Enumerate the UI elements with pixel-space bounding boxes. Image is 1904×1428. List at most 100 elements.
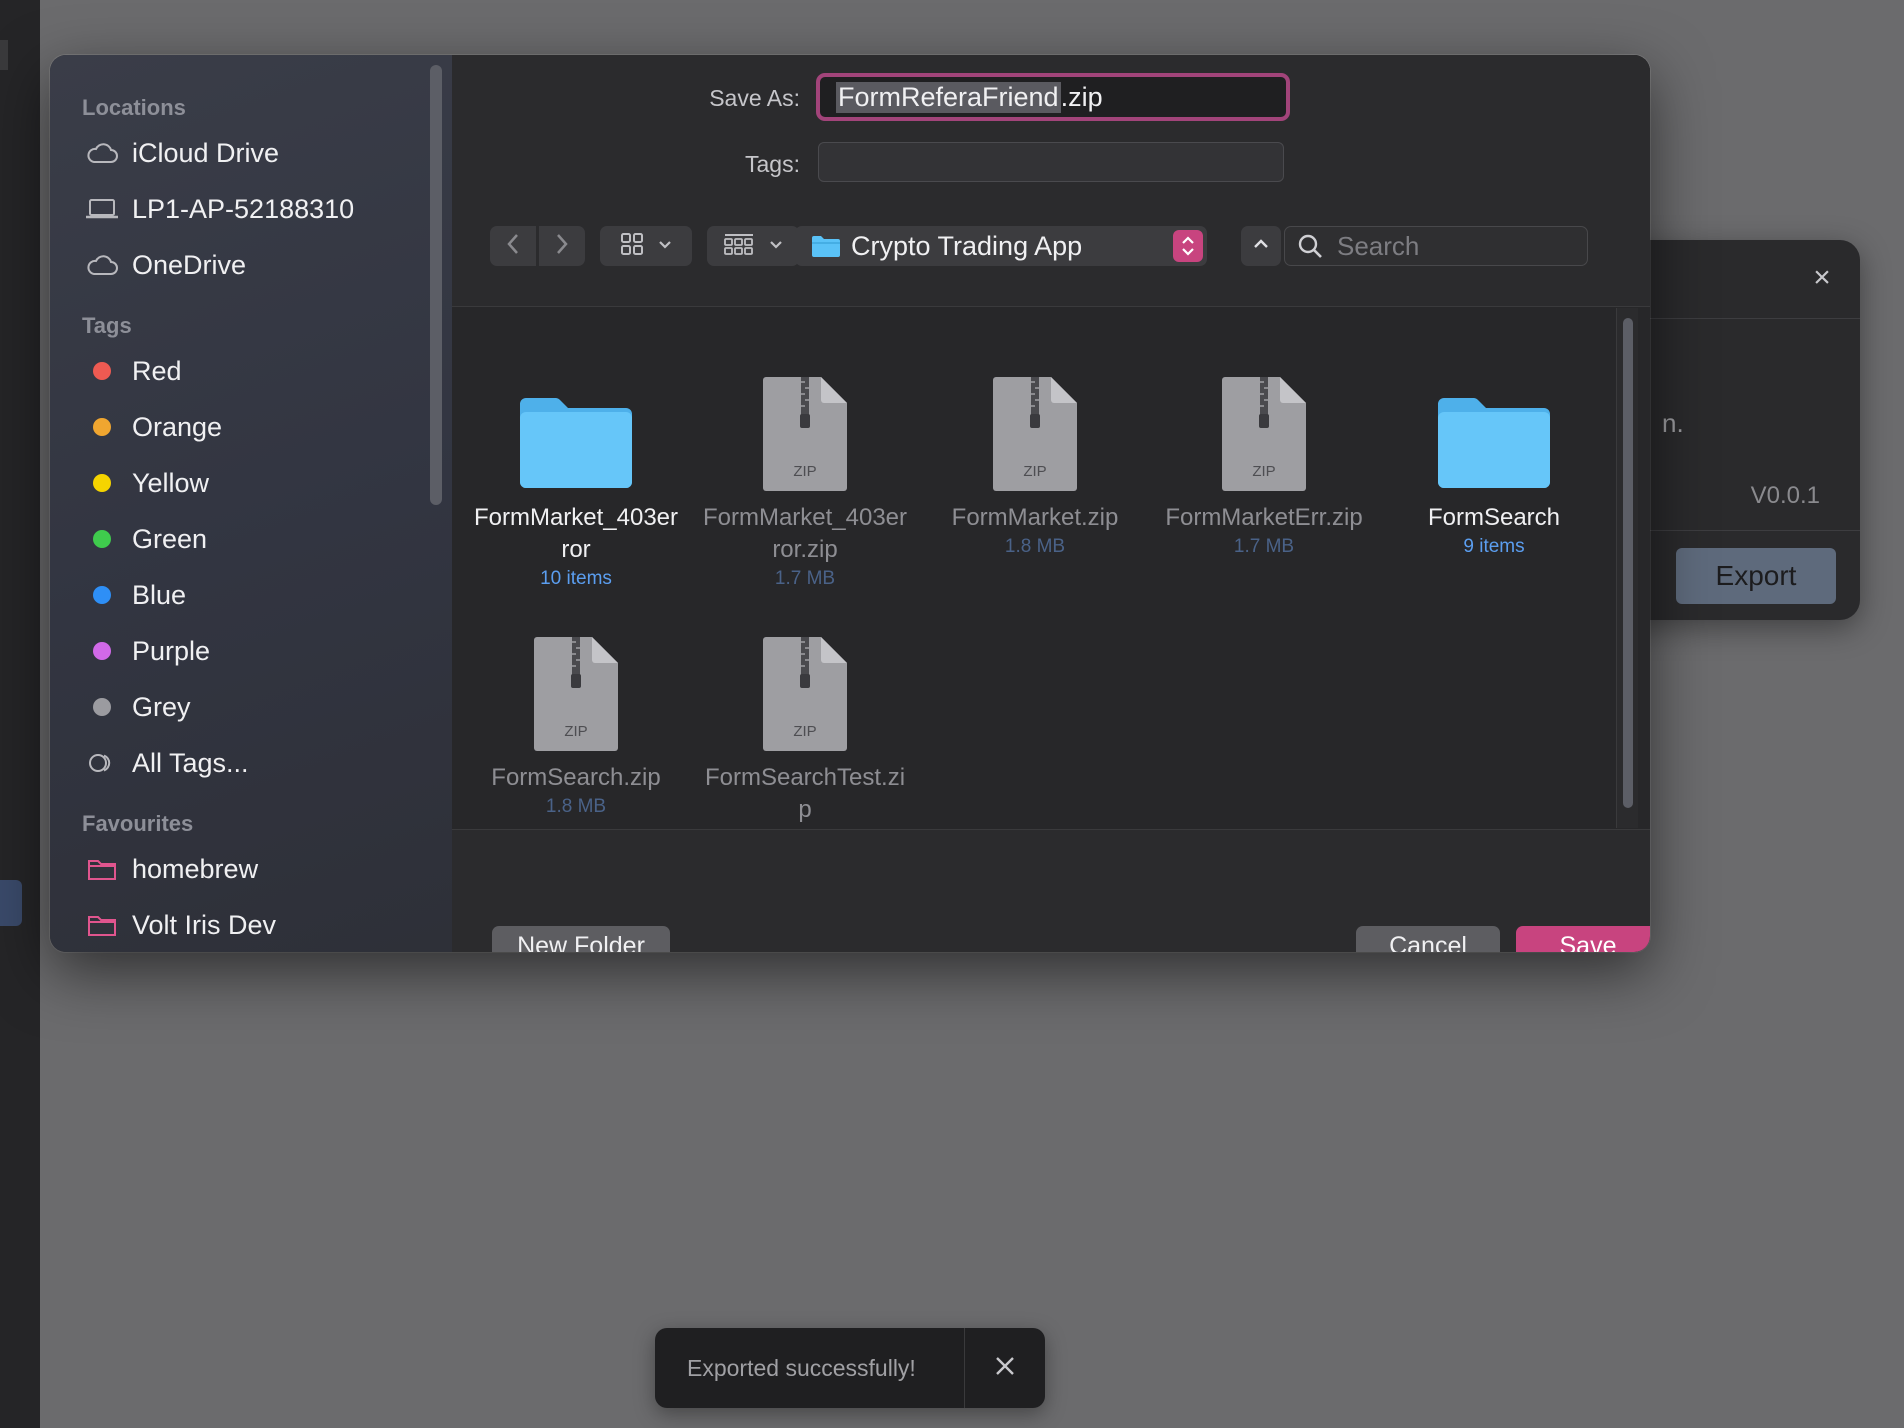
laptop-icon: [84, 195, 120, 223]
save-button[interactable]: Save: [1516, 926, 1650, 952]
file-item-folder[interactable]: FormSearch 9 items: [1389, 356, 1599, 558]
search-icon: [1297, 233, 1323, 259]
location-label: Crypto Trading App: [851, 230, 1083, 261]
sidebar-all-tags[interactable]: All Tags...: [50, 735, 452, 791]
group-by-button[interactable]: [707, 226, 799, 266]
tag-dot-icon: [93, 362, 111, 380]
folder-icon: [1389, 356, 1599, 492]
file-item-folder[interactable]: FormMarket_403error 10 items: [471, 356, 681, 590]
sidebar-tag-green[interactable]: Green: [50, 511, 452, 567]
new-folder-button[interactable]: New Folder: [492, 926, 670, 952]
file-name: FormSearch: [1427, 504, 1561, 531]
sidebar-tag-red[interactable]: Red: [50, 343, 452, 399]
back-button[interactable]: [490, 226, 536, 266]
sidebar-item-label: Purple: [132, 635, 211, 666]
search-placeholder: Search: [1337, 230, 1420, 261]
zip-file-icon: ZIP: [700, 356, 910, 492]
tags-input[interactable]: [818, 142, 1284, 182]
chevron-down-icon: [769, 237, 783, 255]
sidebar: Locations iCloud Drive LP1-AP-52188310 O…: [50, 55, 452, 952]
background-app-sidebar: [0, 0, 40, 1428]
file-item-zip[interactable]: ZIP FormSearchTest.zip: [700, 616, 910, 826]
zip-file-icon: ZIP: [930, 356, 1140, 492]
save-as-input[interactable]: FormReferaFriend .zip: [816, 73, 1290, 121]
sidebar-item-label: Volt Iris Dev: [132, 909, 277, 940]
cloud-icon: [84, 139, 120, 167]
scrollbar-thumb[interactable]: [1623, 318, 1633, 808]
sidebar-item-label: OneDrive: [132, 249, 247, 280]
tag-dot-icon: [93, 418, 111, 436]
tag-dot-icon: [93, 642, 111, 660]
file-item-zip[interactable]: ZIP FormMarket.zip 1.8 MB: [930, 356, 1140, 558]
sidebar-item-label: LP1-AP-52188310: [132, 193, 355, 224]
file-browser-scrollbar[interactable]: [1616, 308, 1638, 828]
sidebar-tag-orange[interactable]: Orange: [50, 399, 452, 455]
tag-dot-icon: [93, 530, 111, 548]
file-name: FormSearch.zip: [491, 764, 661, 791]
sidebar-item-label: Yellow: [132, 467, 210, 498]
tag-dot-icon: [93, 698, 111, 716]
toast-close-button[interactable]: [965, 1355, 1045, 1382]
folder-icon: [84, 911, 120, 939]
sidebar-item-label: All Tags...: [132, 747, 249, 778]
sidebar-item-label: Green: [132, 523, 208, 554]
forward-button[interactable]: [539, 226, 585, 266]
sidebar-item-computer[interactable]: LP1-AP-52188310: [50, 181, 452, 237]
background-text-fragment: n.: [1662, 408, 1684, 438]
view-mode-button[interactable]: [600, 226, 692, 266]
background-strip: [0, 880, 22, 926]
file-name: FormMarket.zip: [951, 504, 1119, 531]
sidebar-tag-blue[interactable]: Blue: [50, 567, 452, 623]
footer-bar: New Folder Cancel Save: [452, 829, 1650, 952]
sidebar-item-volt-iris-dev[interactable]: Volt Iris Dev: [50, 897, 452, 952]
sidebar-item-icloud-drive[interactable]: iCloud Drive: [50, 125, 452, 181]
file-meta: 1.7 MB: [1233, 536, 1295, 557]
expand-collapse-button[interactable]: [1241, 226, 1281, 266]
sidebar-item-label: iCloud Drive: [132, 137, 280, 168]
sidebar-item-label: Red: [132, 355, 182, 386]
all-tags-icon: [84, 749, 120, 777]
chevron-up-icon: [1253, 237, 1269, 255]
sidebar-item-label: Blue: [132, 579, 187, 610]
sidebar-item-label: Orange: [132, 411, 223, 442]
export-button[interactable]: Export: [1676, 548, 1836, 604]
zip-badge-label: ZIP: [793, 723, 816, 740]
filename-extension: .zip: [1060, 81, 1103, 112]
sidebar-scrollbar[interactable]: [430, 65, 442, 505]
version-label: V0.0.1: [1750, 482, 1820, 509]
tags-label: Tags:: [745, 151, 800, 177]
cancel-button[interactable]: Cancel: [1356, 926, 1500, 952]
up-down-chevron-icon: [1173, 230, 1203, 262]
grid-icon: [620, 232, 644, 261]
file-meta: 1.7 MB: [774, 568, 836, 589]
chevron-left-icon: [506, 233, 520, 260]
location-popup[interactable]: Crypto Trading App: [795, 226, 1207, 266]
toast-message: Exported successfully!: [687, 1354, 916, 1381]
sidebar-tag-purple[interactable]: Purple: [50, 623, 452, 679]
file-meta: 10 items: [540, 568, 612, 589]
tag-dot-icon: [93, 474, 111, 492]
toolbar: Crypto Trading App Search: [490, 226, 1620, 268]
zip-file-icon: ZIP: [1159, 356, 1369, 492]
file-item-zip[interactable]: ZIP FormMarket_403error.zip 1.7 MB: [700, 356, 910, 590]
save-as-label: Save As:: [709, 85, 800, 111]
zip-badge-label: ZIP: [1252, 463, 1275, 480]
sidebar-section-locations: Locations: [82, 95, 186, 120]
folder-icon: [471, 356, 681, 492]
sidebar-item-onedrive[interactable]: OneDrive: [50, 237, 452, 293]
zip-badge-label: ZIP: [793, 463, 816, 480]
sidebar-tag-yellow[interactable]: Yellow: [50, 455, 452, 511]
sidebar-tag-grey[interactable]: Grey: [50, 679, 452, 735]
search-input[interactable]: Search: [1284, 226, 1588, 266]
main-area: Save As: FormReferaFriend .zip Tags: Cry…: [452, 55, 1650, 952]
zip-badge-label: ZIP: [1023, 463, 1046, 480]
background-strip: [0, 40, 8, 70]
sidebar-item-homebrew[interactable]: homebrew: [50, 841, 452, 897]
file-item-zip[interactable]: ZIP FormMarketErr.zip 1.7 MB: [1159, 356, 1369, 558]
zip-file-icon: ZIP: [700, 616, 910, 752]
file-item-zip[interactable]: ZIP FormSearch.zip 1.8 MB: [471, 616, 681, 818]
close-icon[interactable]: ×: [1810, 263, 1834, 293]
file-meta: 9 items: [1463, 536, 1525, 557]
toast-notification: Exported successfully!: [655, 1328, 1045, 1408]
sidebar-item-label: homebrew: [132, 853, 259, 884]
